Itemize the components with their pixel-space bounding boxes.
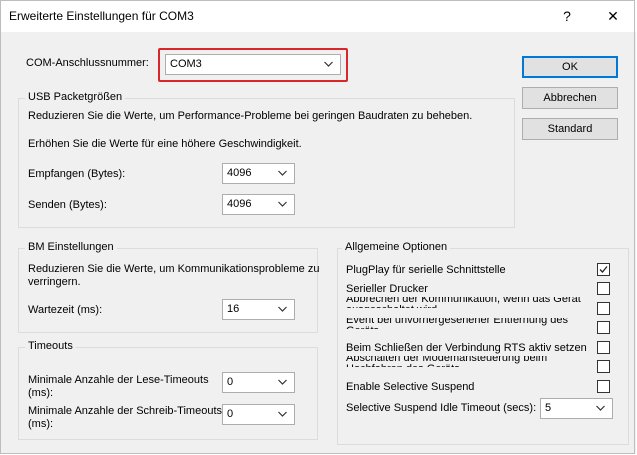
option-surprise-removal-label: Event bei unvorhergesehener Entfernung d… bbox=[346, 318, 568, 329]
usb-group-label: USB Packetgrößen bbox=[25, 91, 126, 103]
cancel-button[interactable]: Abbrechen bbox=[522, 87, 618, 109]
cancel-button-label: Abbrechen bbox=[543, 92, 597, 104]
chevron-down-icon bbox=[278, 379, 287, 385]
receive-value: 4096 bbox=[227, 167, 252, 179]
chevron-down-icon bbox=[596, 405, 605, 411]
chevron-down-icon bbox=[278, 411, 287, 417]
option-serial-printer-checkbox[interactable] bbox=[597, 282, 610, 295]
latency-select[interactable]: 16 bbox=[222, 299, 295, 320]
highlight-box bbox=[158, 48, 348, 82]
chevron-down-icon bbox=[278, 170, 287, 176]
send-value: 4096 bbox=[227, 198, 252, 210]
timeouts-group-label: Timeouts bbox=[25, 340, 76, 352]
option-disable-modem-ctrl-label: Abschalten der Modemansteuerung beim Hoc… bbox=[346, 356, 548, 367]
option-selective-suspend-label: Enable Selective Suspend bbox=[346, 381, 475, 393]
general-group-label: Allgemeine Optionen bbox=[342, 241, 451, 253]
option-surprise-removal-text: Event bei unvorhergesehener Entfernung d… bbox=[346, 318, 586, 329]
latency-value: 16 bbox=[227, 303, 240, 315]
option-selective-suspend-checkbox[interactable] bbox=[597, 380, 610, 393]
help-icon: ? bbox=[563, 8, 571, 24]
latency-label: Wartezeit (ms): bbox=[28, 304, 103, 316]
com-port-label: COM-Anschlussnummer: bbox=[26, 57, 149, 69]
option-cancel-on-poweroff-label: Abbrechen der Kommunikation, wenn das Ge… bbox=[346, 297, 581, 308]
checkmark-icon bbox=[599, 266, 608, 273]
option-surprise-removal-checkbox[interactable] bbox=[597, 321, 610, 334]
idle-timeout-select[interactable]: 5 bbox=[540, 398, 613, 419]
title-bar: Erweiterte Einstellungen für COM3 ? ✕ bbox=[0, 0, 637, 32]
standard-button-label: Standard bbox=[547, 123, 593, 135]
receive-select[interactable]: 4096 bbox=[222, 163, 295, 184]
write-timeout-select[interactable]: 0 bbox=[222, 404, 295, 425]
option-rts-on-close-checkbox[interactable] bbox=[597, 341, 610, 354]
read-timeout-label-line2: (ms): bbox=[28, 387, 54, 399]
option-cancel-on-poweroff-text: Abbrechen der Kommunikation, wenn das Ge… bbox=[346, 297, 586, 308]
bm-group-label: BM Einstellungen bbox=[25, 241, 117, 253]
option-rts-on-close-label: Beim Schließen der Verbindung RTS aktiv … bbox=[346, 342, 587, 354]
option-disable-modem-ctrl-checkbox[interactable] bbox=[597, 360, 610, 373]
send-label: Senden (Bytes): bbox=[28, 199, 107, 211]
read-timeout-label-line1: Minimale Anzahle der Lese-Timeouts bbox=[28, 374, 209, 386]
send-select[interactable]: 4096 bbox=[222, 194, 295, 215]
help-button[interactable]: ? bbox=[544, 0, 590, 32]
usb-info-reduce: Reduzieren Sie die Werte, um Performance… bbox=[28, 110, 473, 122]
bm-info-line1: Reduzieren Sie die Werte, um Kommunikati… bbox=[28, 263, 320, 275]
option-plugplay-checkbox[interactable] bbox=[597, 263, 610, 276]
receive-label: Empfangen (Bytes): bbox=[28, 168, 126, 180]
close-icon: ✕ bbox=[607, 7, 619, 24]
ok-button-label: OK bbox=[562, 61, 578, 73]
write-timeout-value: 0 bbox=[227, 408, 234, 420]
dialog-client-area: COM-Anschlussnummer: COM3 OK Abbrechen S… bbox=[1, 32, 636, 454]
option-disable-modem-ctrl-text: Abschalten der Modemansteuerung beim Hoc… bbox=[346, 356, 586, 367]
timeouts-group bbox=[18, 347, 318, 440]
window-title: Erweiterte Einstellungen für COM3 bbox=[9, 9, 194, 23]
close-button[interactable]: ✕ bbox=[590, 0, 636, 32]
idle-timeout-label: Selective Suspend Idle Timeout (secs): bbox=[346, 402, 537, 414]
read-timeout-select[interactable]: 0 bbox=[222, 372, 295, 393]
usb-info-increase: Erhöhen Sie die Werte für eine höhere Ge… bbox=[28, 138, 302, 150]
bm-info-line2: verringern. bbox=[28, 276, 81, 288]
idle-timeout-value: 5 bbox=[545, 402, 552, 414]
standard-button[interactable]: Standard bbox=[522, 118, 618, 140]
option-plugplay-label: PlugPlay für serielle Schnittstelle bbox=[346, 264, 506, 276]
chevron-down-icon bbox=[278, 306, 287, 312]
option-cancel-on-poweroff-checkbox[interactable] bbox=[597, 302, 610, 315]
option-serial-printer-label: Serieller Drucker bbox=[346, 283, 428, 295]
read-timeout-value: 0 bbox=[227, 376, 234, 388]
write-timeout-label-line1: Minimale Anzahle der Schreib-Timeouts bbox=[28, 405, 223, 417]
ok-button[interactable]: OK bbox=[522, 56, 618, 78]
bm-settings-group bbox=[18, 248, 318, 333]
chevron-down-icon bbox=[278, 201, 287, 207]
write-timeout-label-line2: (ms): bbox=[28, 418, 54, 430]
